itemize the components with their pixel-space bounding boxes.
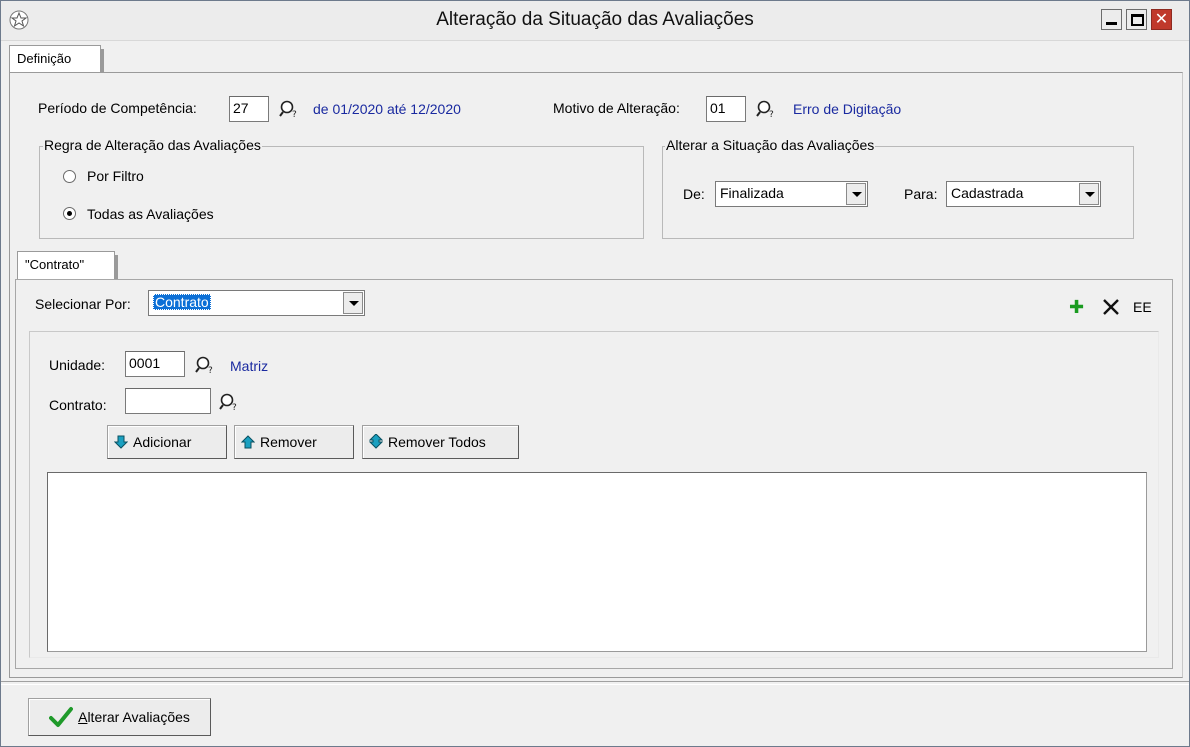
radio-todas-avaliacoes-label[interactable]: Todas as Avaliações <box>87 206 214 222</box>
para-select[interactable]: Cadastrada <box>946 181 1101 207</box>
periodo-label: Período de Competência: <box>38 100 197 116</box>
periodo-search-icon[interactable]: ? <box>278 98 300 120</box>
unidade-input[interactable]: 0001 <box>125 351 185 377</box>
footer-divider <box>1 681 1189 685</box>
window: Alteração da Situação das Avaliações ✕ D… <box>0 0 1190 747</box>
remover-label: Remover <box>260 434 317 450</box>
svg-text:?: ? <box>208 366 213 376</box>
arrow-up-icon <box>241 435 255 449</box>
radio-todas-avaliacoes[interactable] <box>63 207 76 220</box>
de-label: De: <box>683 186 705 202</box>
selecionar-select-value: Contrato <box>153 294 211 310</box>
alterar-avaliacoes-label: Alterar Avaliações <box>78 709 190 725</box>
checkmark-icon <box>49 706 74 728</box>
remover-todos-label: Remover Todos <box>388 434 486 450</box>
svg-text:?: ? <box>292 110 297 120</box>
para-select-value: Cadastrada <box>951 185 1024 201</box>
contrato-search-icon[interactable]: ? <box>218 391 240 413</box>
double-arrow-up-icon <box>369 434 383 450</box>
alterar-avaliacoes-button[interactable]: Alterar Avaliações <box>28 698 211 736</box>
radio-por-filtro[interactable] <box>63 170 76 183</box>
tab-contrato[interactable]: "Contrato" <box>17 251 118 281</box>
ee-button[interactable]: EE <box>1133 299 1152 315</box>
unidade-description: Matriz <box>230 358 269 374</box>
regra-groupbox: Regra de Alteração das Avaliações <box>39 137 644 239</box>
motivo-input[interactable]: 01 <box>706 96 746 122</box>
alterar-situacao-title: Alterar a Situação das Avaliações <box>665 137 876 153</box>
de-select-value: Finalizada <box>720 185 784 201</box>
unidade-label: Unidade: <box>49 357 106 373</box>
selecionar-label: Selecionar Por: <box>35 296 131 312</box>
chevron-down-icon[interactable] <box>343 292 363 314</box>
svg-text:?: ? <box>232 403 237 413</box>
motivo-description: Erro de Digitação <box>793 101 902 117</box>
svg-text:?: ? <box>769 110 774 120</box>
contrato-input[interactable] <box>125 388 211 414</box>
para-label: Para: <box>904 186 938 202</box>
plus-icon[interactable]: ✚ <box>1069 297 1084 318</box>
motivo-search-icon[interactable]: ? <box>755 98 777 120</box>
close-button[interactable]: ✕ <box>1151 9 1172 30</box>
window-title: Alteração da Situação das Avaliações <box>436 9 754 30</box>
regra-title: Regra de Alteração das Avaliações <box>43 137 262 153</box>
x-icon[interactable] <box>1101 297 1121 317</box>
periodo-description: de 01/2020 até 12/2020 <box>313 101 461 117</box>
remover-todos-button[interactable]: Remover Todos <box>362 425 519 459</box>
motivo-label: Motivo de Alteração: <box>553 100 680 116</box>
title-bar: Alteração da Situação das Avaliações ✕ <box>1 1 1189 41</box>
chevron-down-icon[interactable] <box>1079 183 1099 205</box>
contratos-list[interactable] <box>47 472 1147 652</box>
unidade-search-icon[interactable]: ? <box>194 354 216 376</box>
de-select[interactable]: Finalizada <box>715 181 868 207</box>
close-icon: ✕ <box>1154 11 1169 28</box>
periodo-input[interactable]: 27 <box>229 96 269 122</box>
chevron-down-icon[interactable] <box>846 183 866 205</box>
adicionar-label: Adicionar <box>133 434 192 450</box>
adicionar-button[interactable]: Adicionar <box>107 425 227 459</box>
tab-definicao[interactable]: Definição <box>9 45 104 75</box>
contrato-label: Contrato: <box>49 397 107 413</box>
radio-por-filtro-label[interactable]: Por Filtro <box>87 168 144 184</box>
selecionar-select[interactable]: Contrato <box>148 290 365 316</box>
minimize-button[interactable] <box>1101 9 1122 30</box>
arrow-down-icon <box>114 435 128 449</box>
maximize-button[interactable] <box>1126 9 1147 30</box>
remover-button[interactable]: Remover <box>234 425 354 459</box>
